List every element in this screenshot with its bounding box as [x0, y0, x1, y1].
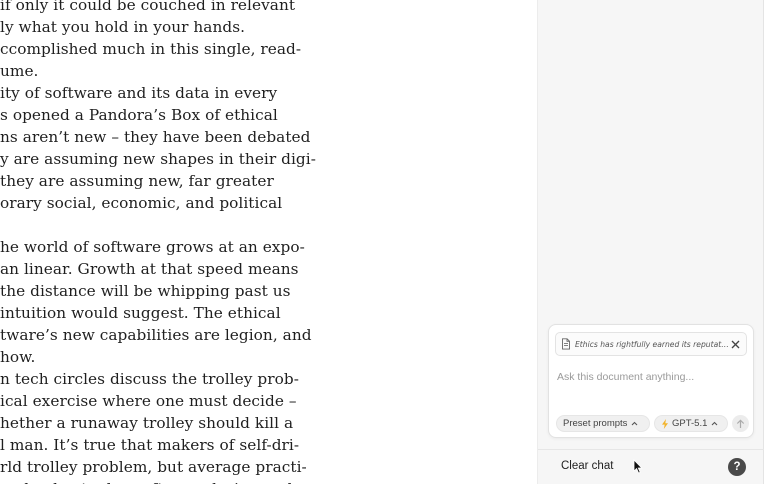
document-line: tware’s new capabilities are legion, and: [0, 326, 312, 344]
mouse-pointer-icon: [633, 459, 643, 474]
document-line: l man. It’s true that makers of self-dri…: [0, 436, 300, 454]
chat-input[interactable]: [555, 364, 747, 390]
document-line: they are assuming new, far greater: [0, 172, 274, 190]
preset-prompts-button[interactable]: Preset prompts: [556, 415, 650, 432]
document-line: ity of software and its data in every: [0, 84, 278, 102]
chat-sidebar: Ethics has rightfully earned its reputat…: [537, 0, 764, 484]
preset-prompts-label: Preset prompts: [563, 418, 628, 429]
document-line: ly what you hold in your hands.: [0, 18, 246, 36]
selected-context-chip[interactable]: Ethics has rightfully earned its reputat…: [555, 332, 747, 356]
document-viewer[interactable]: if only it could be couched in relevant l…: [0, 0, 537, 484]
chevron-up-icon: [632, 421, 638, 426]
close-icon: [731, 340, 740, 348]
context-snippet: Ethics has rightfully earned its reputat…: [575, 339, 729, 349]
document-line: orary social, economic, and political: [0, 194, 283, 212]
document-line: he world of software grows at an expo-: [0, 238, 305, 256]
document-line: intuition would suggest. The ethical: [0, 304, 281, 322]
document-line: rld trolley problem, but average practi-: [0, 458, 307, 476]
send-button[interactable]: [732, 415, 749, 432]
document-line: hether a runaway trolley should kill a: [0, 414, 294, 432]
model-label: GPT-5.1: [672, 418, 708, 429]
chat-composer: Ethics has rightfully earned its reputat…: [548, 324, 754, 438]
document-icon: [562, 338, 570, 350]
remove-context-button[interactable]: [729, 337, 742, 351]
document-line: ical exercise where one must decide –: [0, 392, 297, 410]
document-line: the distance will be whipping past us: [0, 282, 291, 300]
document-line: ns aren’t new – they have been debated: [0, 128, 311, 146]
clear-chat-button[interactable]: Clear chat: [561, 460, 613, 472]
document-line: an linear. Growth at that speed means: [0, 260, 299, 278]
document-line: s opened a Pandora’s Box of ethical: [0, 106, 278, 124]
model-selector[interactable]: GPT-5.1: [654, 415, 728, 432]
document-line: mple, day-to-day software design and: [0, 478, 316, 484]
bolt-icon: [662, 418, 668, 429]
arrow-up-icon: [736, 418, 745, 428]
document-text: if only it could be couched in relevant l…: [0, 0, 316, 484]
document-line: ccomplished much in this single, read-: [0, 40, 302, 58]
document-line: n tech circles discuss the trolley prob-: [0, 370, 299, 388]
document-line: if only it could be couched in relevant: [0, 0, 296, 14]
document-line: ume.: [0, 62, 39, 80]
document-line: y are assuming new shapes in their digi-: [0, 150, 316, 168]
document-line: how.: [0, 348, 36, 366]
help-button[interactable]: ?: [728, 458, 746, 476]
chat-footer: Clear chat ?: [538, 449, 764, 484]
chevron-up-icon: [711, 421, 718, 426]
app-window: if only it could be couched in relevant l…: [0, 0, 764, 484]
